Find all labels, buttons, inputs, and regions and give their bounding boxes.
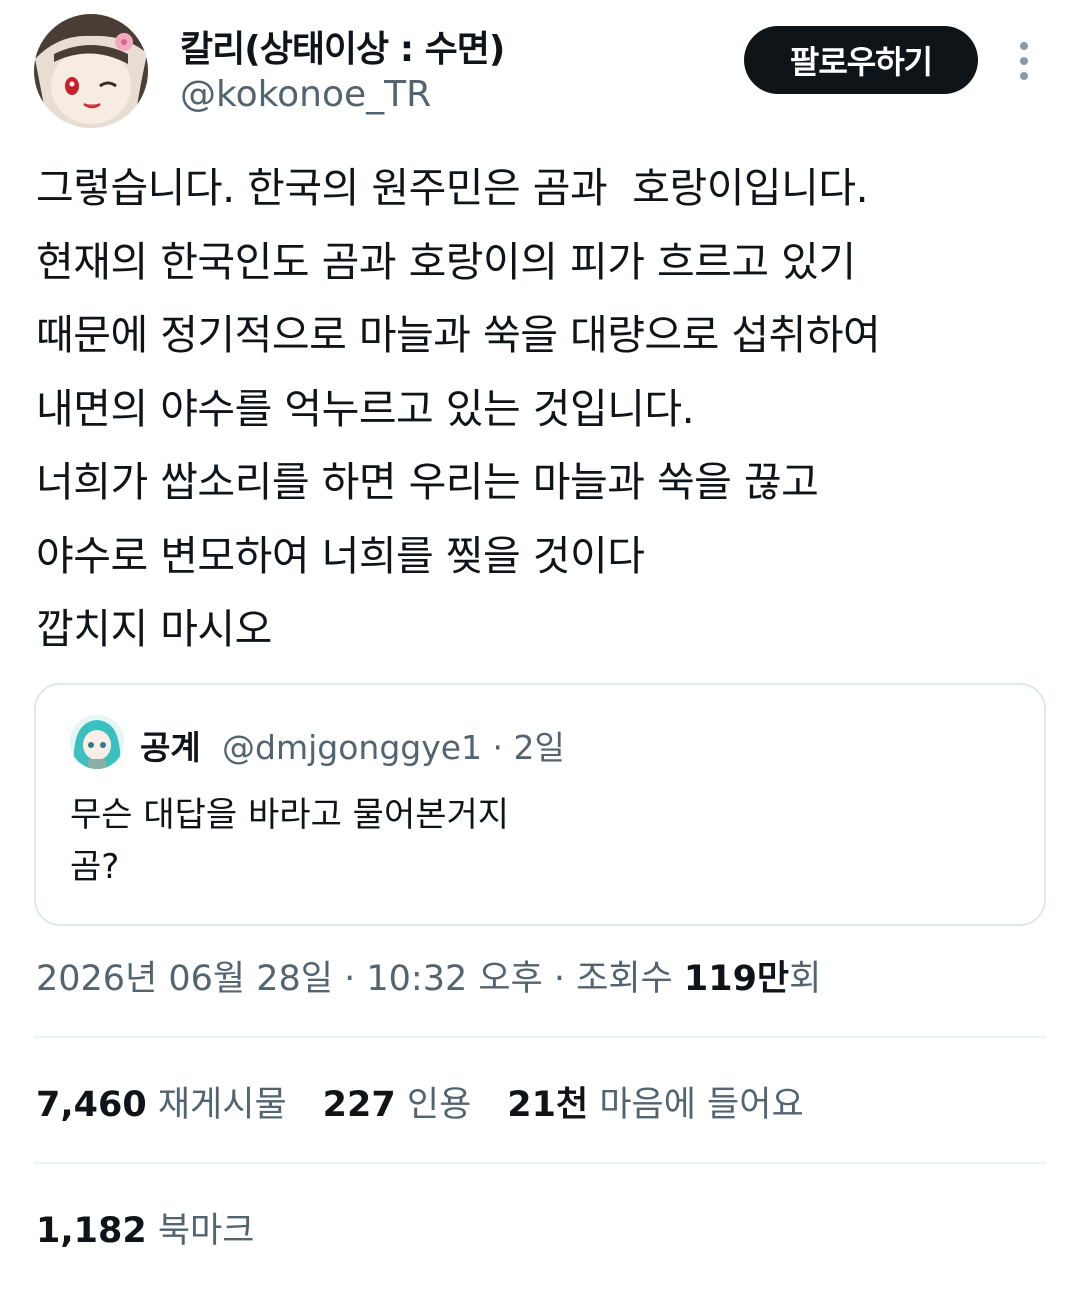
view-count: 119만 (683, 959, 790, 999)
quoted-author-avatar[interactable] (70, 715, 124, 769)
more-options-icon[interactable] (1004, 38, 1044, 84)
quote-count-label: 인용 (406, 1085, 472, 1125)
retweet-count-label: 재게시물 (157, 1085, 287, 1125)
author-avatar[interactable] (34, 14, 148, 128)
retweet-count[interactable]: 7,460 재게시물 (36, 1076, 287, 1127)
tweet-header: 칼리(상태이상 : 수면) @kokonoe_TR 팔로우하기 (0, 0, 1080, 140)
author-handle[interactable]: @kokonoe_TR (180, 74, 431, 115)
follow-button[interactable]: 팔로우하기 (744, 26, 978, 94)
bookmark-count-label: 북마크 (157, 1211, 255, 1251)
quoted-tweet[interactable]: 공계 @dmjgonggye1 · 2일 무슨 대답을 바라고 물어본거지 곰? (34, 683, 1046, 926)
quoted-author-meta: @dmjgonggye1 · 2일 (222, 728, 565, 767)
quoted-tweet-text: 무슨 대답을 바라고 물어본거지 곰? (70, 795, 510, 887)
like-count-value: 21천 (507, 1085, 589, 1125)
quote-count[interactable]: 227 인용 (323, 1076, 472, 1127)
tweet-timestamp[interactable]: 2026년 06월 28일 · 10:32 오후 · 조회수 119만회 (36, 950, 821, 1001)
author-display-name[interactable]: 칼리(상태이상 : 수면) (180, 20, 505, 72)
dot (1020, 42, 1028, 50)
timestamp-date: 2026년 06월 28일 · 10:32 오후 · 조회수 (36, 959, 684, 999)
engagement-stats: 7,460 재게시물 227 인용 21천 마음에 들어요 (36, 1076, 840, 1127)
divider (34, 1036, 1046, 1038)
divider (34, 1162, 1046, 1164)
dot (1020, 72, 1028, 80)
bookmark-count[interactable]: 1,182 북마크 (36, 1202, 254, 1253)
like-count-label: 마음에 들어요 (599, 1085, 804, 1125)
dot (1020, 57, 1028, 65)
view-count-suffix: 회 (789, 959, 822, 999)
bookmark-count-value: 1,182 (36, 1211, 147, 1251)
quote-count-value: 227 (322, 1085, 396, 1125)
like-count[interactable]: 21천 마음에 들어요 (507, 1076, 803, 1127)
retweet-count-value: 7,460 (36, 1085, 147, 1125)
quoted-author-name[interactable]: 공계 (140, 721, 201, 769)
tweet-text: 그렇습니다. 한국의 원주민은 곰과 호랑이입니다. 현재의 한국인도 곰과 호… (36, 164, 881, 653)
